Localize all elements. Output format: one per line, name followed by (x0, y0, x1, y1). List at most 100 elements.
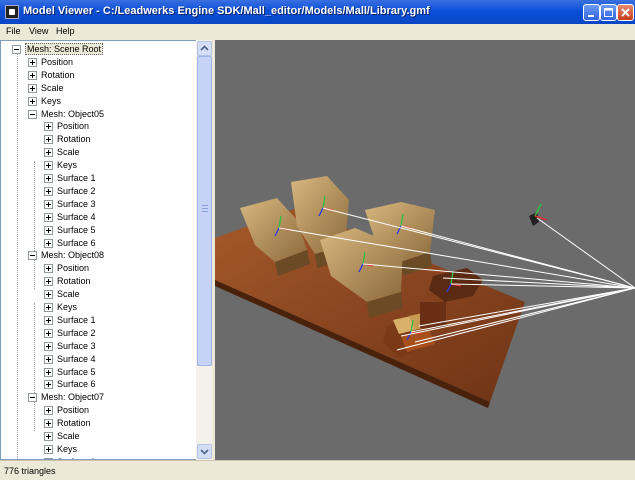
tree-item[interactable]: Position (1, 262, 197, 275)
tree-item[interactable]: Surface 4 (1, 353, 197, 366)
tree-item-label: Position (57, 405, 90, 416)
title-bar[interactable]: Model Viewer - C:/Leadwerks Engine SDK/M… (0, 0, 635, 24)
maximize-icon (604, 8, 613, 17)
tree-item[interactable]: Position (1, 120, 197, 133)
chevron-down-icon (200, 449, 209, 455)
tree-item[interactable]: Surface 3 (1, 198, 197, 211)
tree-item-label: Keys (57, 160, 78, 171)
expand-plus-icon[interactable] (44, 264, 53, 274)
expand-plus-icon[interactable] (44, 315, 53, 325)
expand-plus-icon[interactable] (28, 83, 37, 93)
expand-plus-icon[interactable] (44, 406, 53, 416)
tree-item[interactable]: Keys (1, 443, 197, 456)
tree-item[interactable]: Surface 6 (1, 237, 197, 250)
expand-plus-icon[interactable] (44, 161, 53, 171)
expand-plus-icon[interactable] (44, 367, 53, 377)
tree-item[interactable]: Surface 1 (1, 172, 197, 185)
tree-item-label: Surface 2 (57, 185, 96, 196)
expand-plus-icon[interactable] (44, 328, 53, 338)
menu-view[interactable]: View (29, 26, 48, 36)
expand-plus-icon[interactable] (44, 419, 53, 429)
grip-line (202, 211, 208, 212)
tree-item-label: Surface 4 (57, 353, 96, 364)
window-title: Model Viewer - C:/Leadwerks Engine SDK/M… (23, 5, 430, 17)
grip-line (202, 208, 208, 209)
tree-item[interactable]: Scale (1, 82, 197, 95)
tree-item[interactable]: Surface 1 (1, 314, 197, 327)
expand-plus-icon[interactable] (44, 238, 53, 248)
expand-plus-icon[interactable] (44, 380, 53, 390)
tree-item[interactable]: Surface 5 (1, 224, 197, 237)
expand-plus-icon[interactable] (28, 70, 37, 80)
tree-item-label: Rotation (57, 418, 91, 429)
tree-item[interactable]: Scale (1, 430, 197, 443)
tree-item[interactable]: Keys (1, 159, 197, 172)
close-button[interactable] (617, 4, 634, 21)
tree-item[interactable]: Scale (1, 288, 197, 301)
tree-item-label: Keys (41, 95, 62, 106)
scroll-up-button[interactable] (197, 41, 212, 56)
tree-item[interactable]: Surface 3 (1, 340, 197, 353)
tree-item[interactable]: Surface 2 (1, 327, 197, 340)
menu-bar: File View Help (0, 24, 635, 40)
minimize-button[interactable] (583, 4, 600, 21)
3d-viewport[interactable] (215, 40, 635, 460)
tree-item-label: Position (57, 121, 90, 132)
tree-item[interactable]: Mesh: Scene Root (1, 43, 197, 56)
tree-item[interactable]: Rotation (1, 133, 197, 146)
tree-item-label: Surface 5 (57, 224, 96, 235)
expand-plus-icon[interactable] (28, 57, 37, 67)
menu-help[interactable]: Help (56, 26, 75, 36)
tree-item[interactable]: Mesh: Object07 (1, 391, 197, 404)
tree-item[interactable]: Mesh: Object05 (1, 108, 197, 121)
tree-item[interactable]: Keys (1, 95, 197, 108)
expand-plus-icon[interactable] (44, 341, 53, 351)
collapse-minus-icon[interactable] (28, 251, 37, 261)
menu-file[interactable]: File (6, 26, 21, 36)
scroll-thumb[interactable] (197, 56, 212, 366)
tree-item-label: Surface 6 (57, 237, 96, 248)
maximize-button[interactable] (600, 4, 617, 21)
grip-line (202, 205, 208, 206)
expand-plus-icon[interactable] (44, 174, 53, 183)
tree-item-label: Position (41, 56, 74, 67)
expand-plus-icon[interactable] (44, 225, 53, 235)
expand-plus-icon[interactable] (44, 186, 53, 196)
expand-plus-icon[interactable] (44, 277, 53, 287)
expand-plus-icon[interactable] (44, 290, 53, 300)
tree-item[interactable]: Surface 4 (1, 211, 197, 224)
expand-plus-icon[interactable] (44, 354, 53, 364)
expand-plus-icon[interactable] (44, 444, 53, 454)
tree-item[interactable]: Surface 5 (1, 366, 197, 379)
scene-tree[interactable]: Mesh: Scene Root Position Rotation Scale Key… (0, 40, 212, 460)
tree-item[interactable]: Position (1, 404, 197, 417)
tree-scrollbar[interactable] (196, 40, 212, 460)
scroll-down-button[interactable] (197, 444, 212, 459)
expand-plus-icon[interactable] (44, 432, 53, 441)
tree-item[interactable]: Surface 2 (1, 185, 197, 198)
expand-plus-icon[interactable] (44, 199, 53, 209)
tree-item-label: Surface 1 (57, 314, 96, 325)
expand-plus-icon[interactable] (44, 135, 53, 145)
collapse-minus-icon[interactable] (28, 109, 37, 119)
tree-item-label: Mesh: Object07 (41, 392, 105, 403)
tree-item[interactable]: Mesh: Object08 (1, 249, 197, 262)
triangle-count: 776 triangles (4, 466, 56, 476)
tree-item[interactable]: Rotation (1, 69, 197, 82)
tree-item[interactable]: Surface 6 (1, 378, 197, 391)
tree-item[interactable]: Keys (1, 301, 197, 314)
tree-item[interactable]: Position (1, 56, 197, 69)
tree-item-label: Keys (57, 302, 78, 312)
expand-plus-icon[interactable] (44, 212, 53, 222)
tree-item-label: Surface 3 (57, 198, 96, 209)
tree-item[interactable]: Rotation (1, 417, 197, 430)
collapse-minus-icon[interactable] (12, 45, 21, 54)
expand-plus-icon[interactable] (28, 96, 37, 106)
expand-plus-icon[interactable] (44, 303, 53, 312)
expand-plus-icon[interactable] (44, 122, 53, 132)
tree-item[interactable]: Rotation (1, 275, 197, 288)
tree-item[interactable]: Scale (1, 146, 197, 159)
tree-item-label: Mesh: Object05 (41, 108, 105, 119)
collapse-minus-icon[interactable] (28, 393, 37, 403)
expand-plus-icon[interactable] (44, 148, 53, 158)
